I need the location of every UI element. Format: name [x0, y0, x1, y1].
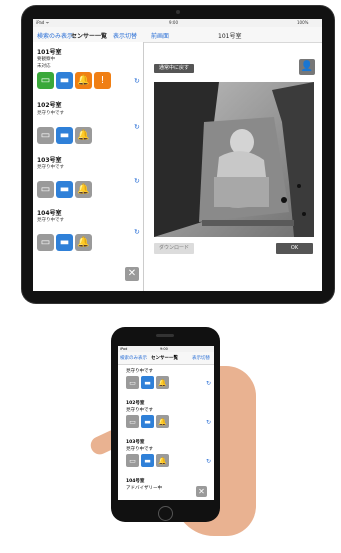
monitor-icon[interactable]: ▬	[141, 454, 154, 467]
bed-icon[interactable]: ▭	[126, 454, 139, 467]
phone-status-time: 9:00	[160, 347, 168, 351]
calendar-icon[interactable]: ↻	[134, 123, 140, 131]
tablet-camera	[176, 10, 180, 14]
reset-to-normal-button[interactable]: 通常中に戻す	[154, 64, 194, 73]
phone-room-status: 見守り中です	[126, 408, 153, 413]
phone-speaker	[156, 334, 174, 337]
phone-room-icons: ▭ ▬ 🔔	[126, 454, 169, 467]
bed-icon[interactable]: ▭	[37, 127, 54, 144]
phone-room-name: 102号室	[126, 401, 145, 406]
phone-status-carrier: iPod	[120, 347, 128, 351]
bell-icon[interactable]: 🔔	[156, 376, 169, 389]
tablet-device: iPad ᯤ 9:00 100% 検索のみ表示 センサー一覧 表示切替 前画面 …	[22, 6, 334, 303]
phone-room-name: 104号室	[126, 479, 145, 484]
phone-display-toggle-link[interactable]: 表示切替	[192, 355, 210, 361]
phone-device: iPod 9:00 検索のみ表示 センサー一覧 表示切替 見守り中です ▭ ▬ …	[111, 327, 220, 522]
room-status: 見守り中です	[37, 111, 64, 116]
phone-room-icons: ▭ ▬ 🔔	[126, 376, 169, 389]
bell-icon[interactable]: 🔔	[75, 234, 92, 251]
calendar-icon[interactable]: ↻	[206, 458, 211, 465]
navigation-bar: 検索のみ表示 センサー一覧 表示切替 前画面 101号室	[33, 27, 322, 43]
room-status: 見守り中です	[37, 165, 64, 170]
phone-screen: iPod 9:00 検索のみ表示 センサー一覧 表示切替 見守り中です ▭ ▬ …	[118, 346, 214, 500]
phone-room-status: アドバイザリー中	[126, 486, 162, 491]
tools-icon[interactable]: ✕	[125, 267, 139, 281]
filter-link[interactable]: 検索のみ表示	[37, 31, 73, 40]
calendar-icon[interactable]: ↻	[134, 77, 140, 85]
room-icons: ▭ ▬ 🔔	[37, 181, 92, 198]
phone-tools-icon[interactable]: ✕	[196, 486, 207, 497]
status-bar: iPad ᯤ 9:00 100%	[33, 19, 322, 27]
bed-icon[interactable]: ▭	[37, 234, 54, 251]
room-icons: ▭ ▬ 🔔	[37, 127, 92, 144]
bell-icon[interactable]: 🔔	[156, 415, 169, 428]
back-link[interactable]: 前画面	[151, 31, 169, 40]
calendar-icon[interactable]: ↻	[206, 380, 211, 387]
room-status: 見守り中です	[37, 218, 64, 223]
ok-button[interactable]: OK	[276, 243, 313, 254]
calendar-icon[interactable]: ↻	[206, 419, 211, 426]
bed-icon[interactable]: ▭	[126, 376, 139, 389]
room-icons: ▭ ▬ 🔔 !	[37, 72, 111, 89]
download-button[interactable]: ダウンロード	[154, 243, 194, 254]
phone-room-icons: ▭ ▬ 🔔	[126, 415, 169, 428]
monitor-icon[interactable]: ▬	[141, 415, 154, 428]
room-status-2: 未対応	[37, 64, 51, 69]
monitor-icon[interactable]: ▬	[56, 127, 73, 144]
phone-room-status: 見守り中です	[126, 369, 153, 374]
display-toggle-link[interactable]: 表示切替	[113, 31, 137, 40]
depth-camera-view	[154, 82, 314, 237]
status-carrier: iPad ᯤ	[36, 20, 50, 25]
tablet-screen: iPad ᯤ 9:00 100% 検索のみ表示 センサー一覧 表示切替 前画面 …	[33, 19, 322, 291]
phone-room-status: 見守り中です	[126, 447, 153, 452]
bed-icon[interactable]: ▭	[126, 415, 139, 428]
detail-title: 101号室	[218, 33, 242, 40]
status-battery: 100%	[297, 20, 309, 25]
monitor-icon[interactable]: ▬	[141, 376, 154, 389]
phone-navigation-bar: 検索のみ表示 センサー一覧 表示切替	[118, 352, 214, 365]
phone-filter-link[interactable]: 検索のみ表示	[120, 355, 147, 361]
room-name: 101号室	[37, 49, 62, 56]
home-button[interactable]	[158, 506, 173, 521]
bell-icon[interactable]: 🔔	[156, 454, 169, 467]
bell-icon[interactable]: 🔔	[75, 181, 92, 198]
bed-icon[interactable]: ▭	[37, 72, 54, 89]
calendar-icon[interactable]: ↻	[134, 228, 140, 236]
phone-room-name: 103号室	[126, 440, 145, 445]
room-name: 102号室	[37, 102, 62, 109]
depth-image	[154, 82, 314, 237]
room-icons: ▭ ▬ 🔔	[37, 234, 92, 251]
status-time: 9:00	[169, 20, 178, 25]
sensor-list: 101号室 要観察中 未対応 ▭ ▬ 🔔 ! ↻ 102号室 見守り中です ▭ …	[33, 42, 144, 291]
room-name: 104号室	[37, 210, 62, 217]
bed-icon[interactable]: ▭	[37, 181, 54, 198]
alert-icon[interactable]: !	[94, 72, 111, 89]
monitor-icon[interactable]: ▬	[56, 72, 73, 89]
room-name: 103号室	[37, 157, 62, 164]
person-icon[interactable]: 👤	[299, 59, 315, 75]
room-status: 要観察中	[37, 57, 55, 62]
monitor-icon[interactable]: ▬	[56, 234, 73, 251]
calendar-icon[interactable]: ↻	[134, 177, 140, 185]
monitor-icon[interactable]: ▬	[56, 181, 73, 198]
bell-icon[interactable]: 🔔	[75, 72, 92, 89]
phone-sensor-list-title: センサー一覧	[151, 356, 178, 361]
bell-icon[interactable]: 🔔	[75, 127, 92, 144]
sensor-list-title: センサー一覧	[71, 33, 108, 40]
